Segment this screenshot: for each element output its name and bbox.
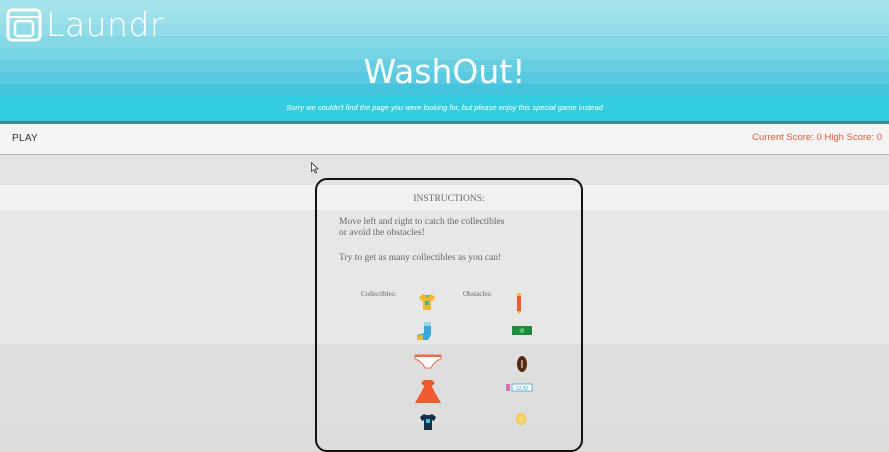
instructions-text: Move left and right to catch the collect… (339, 217, 539, 239)
instructions-line: Move left and right to catch the collect… (339, 217, 505, 227)
instructions-title: INSTRUCTIONS: (413, 194, 485, 204)
logo-text: Laundr (46, 5, 164, 44)
washing-machine-icon (6, 8, 42, 42)
dress-icon (415, 380, 441, 403)
instructions-line: or avoid the obstacles! (339, 228, 425, 238)
mouse-cursor-icon (311, 162, 319, 174)
play-button[interactable]: PLAY (12, 133, 38, 144)
page-subtitle: Sorry we couldn't find the page you were… (286, 103, 603, 112)
toolbar: PLAY Current Score: 0 High Score: 0 (0, 124, 889, 154)
jersey-icon (420, 414, 436, 430)
underwear-icon (414, 354, 442, 369)
page-title: WashOut! (363, 52, 526, 91)
football-icon (517, 356, 527, 372)
logo[interactable]: Laundr (6, 8, 164, 42)
gum-label: GUM (516, 386, 528, 392)
sock-icon (417, 322, 431, 340)
instructions-panel: INSTRUCTIONS: Move left and right to cat… (315, 178, 583, 452)
instructions-line: Try to get as many collectibles as you c… (339, 253, 502, 263)
pen-icon (517, 293, 521, 314)
cash-icon (512, 326, 532, 335)
obstacles-label: Obstacles: (463, 290, 493, 298)
score-display: Current Score: 0 High Score: 0 (752, 132, 882, 143)
gum-icon: GUM (506, 383, 533, 392)
collectibles-label: Collectibles: (361, 290, 397, 298)
shirt-icon (419, 294, 435, 310)
header: Laundr WashOut! Sorry we couldn't find t… (0, 0, 889, 122)
